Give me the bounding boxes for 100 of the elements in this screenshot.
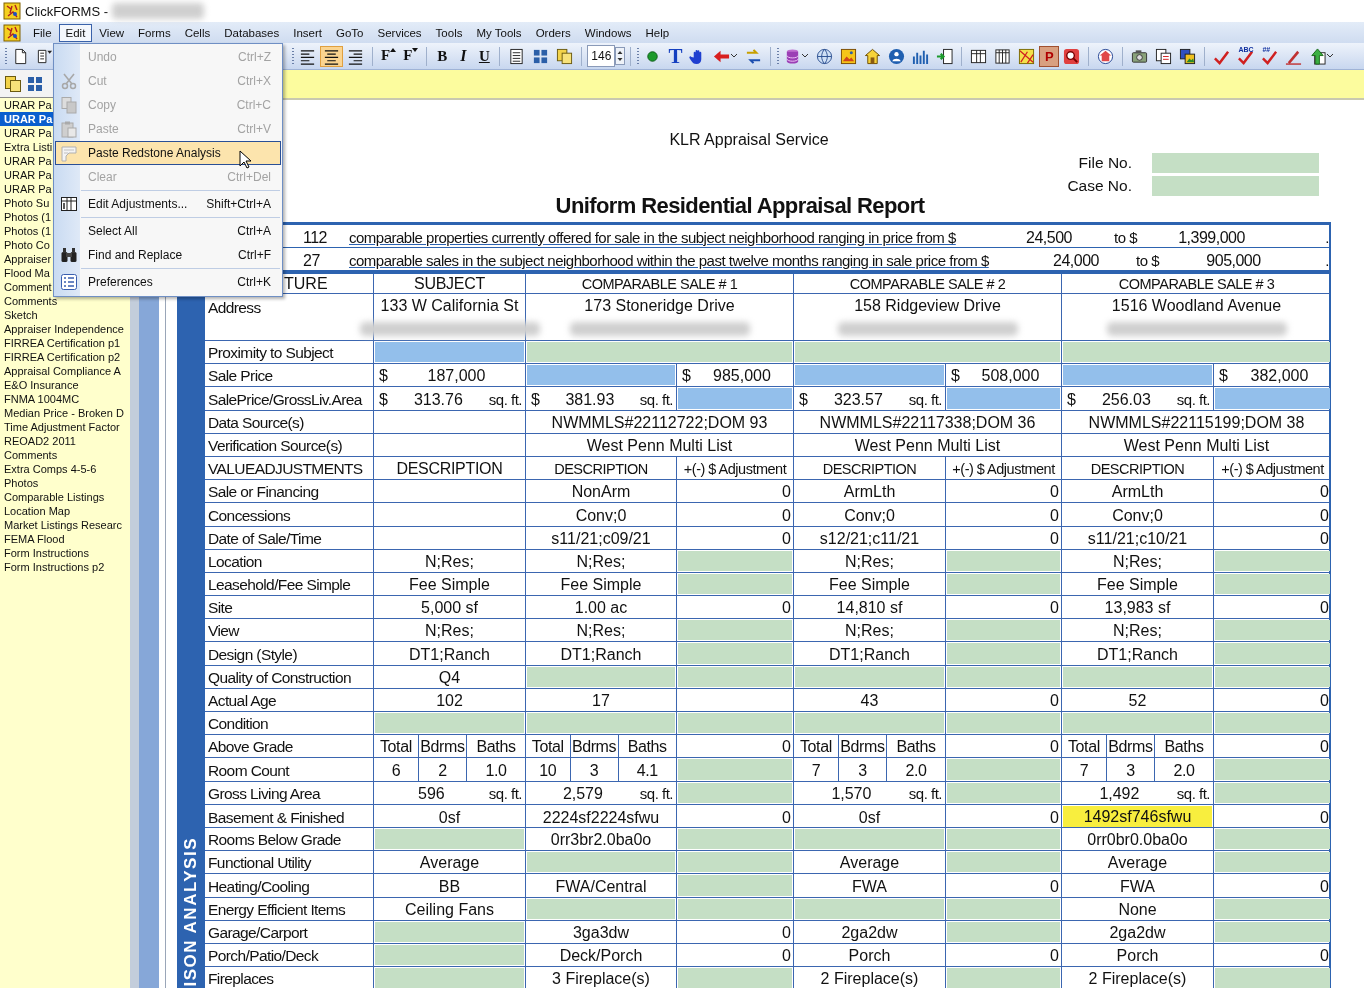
adjustment-value[interactable]: 0 <box>677 482 793 503</box>
input-field[interactable] <box>1215 573 1330 595</box>
adjustment-value[interactable]: 0 <box>946 482 1061 503</box>
menu-item[interactable]: Preferences Ctrl+K <box>55 270 281 294</box>
menu-item[interactable]: Forms <box>131 23 178 42</box>
adjustment-value[interactable]: 0 <box>1214 807 1331 828</box>
input-field[interactable] <box>947 550 1060 571</box>
adjustment-value[interactable]: 0 <box>1214 482 1331 503</box>
input-field[interactable] <box>375 828 524 850</box>
input-field[interactable] <box>947 759 1060 780</box>
table-cell[interactable]: FWA/Central <box>526 876 676 897</box>
input-field[interactable] <box>678 666 792 687</box>
sidebar-item[interactable]: Form Instructions p2 <box>0 560 130 574</box>
adjustment-value[interactable]: 0 <box>677 807 793 828</box>
table-cell[interactable]: 1492sf746sfwu <box>1063 805 1212 827</box>
input-field[interactable] <box>1215 713 1330 734</box>
input-field[interactable] <box>795 342 1060 363</box>
table-cell[interactable]: Average <box>1062 853 1213 874</box>
table-cell[interactable]: 323.57 <box>807 389 909 410</box>
table-cell[interactable]: 0sf <box>374 807 525 828</box>
toolbar-grip[interactable] <box>776 47 781 65</box>
input-field[interactable] <box>527 666 675 687</box>
table-cell[interactable]: N;Res; <box>1062 621 1213 642</box>
table-cell[interactable]: 2ga2dw <box>794 922 945 943</box>
menu-item[interactable]: Databases <box>217 23 287 42</box>
toolbar-grip[interactable] <box>4 47 8 65</box>
table-cell[interactable]: Fee Simple <box>1062 575 1213 596</box>
table-cell[interactable]: N;Res; <box>374 621 525 642</box>
table-cell[interactable]: Porch <box>794 946 945 967</box>
adjustment-value[interactable]: 0 <box>1214 528 1331 549</box>
table-cell[interactable]: s11/21;c09/21 <box>526 528 676 549</box>
grid-icon[interactable] <box>26 74 44 93</box>
input-field[interactable] <box>947 852 1060 873</box>
table-cell[interactable]: s11/21;c10/21 <box>1062 528 1213 549</box>
table-cell[interactable]: 7 <box>794 758 838 781</box>
listing-count[interactable]: 27 <box>303 252 320 269</box>
table-cell[interactable]: Q4 <box>374 667 525 688</box>
listing-count[interactable]: 112 <box>303 229 327 246</box>
table-cell[interactable]: Total <box>1062 735 1106 758</box>
table-cell[interactable]: N;Res; <box>374 551 525 572</box>
table-cell[interactable]: s12/21;c11/21 <box>794 528 945 549</box>
table-cell[interactable]: Bdrms <box>417 735 467 758</box>
spinner-arrows-icon[interactable] <box>615 47 626 65</box>
table-cell[interactable]: Bdrms <box>837 735 887 758</box>
menu-item[interactable]: Orders <box>528 23 578 42</box>
input-field[interactable] <box>795 666 944 687</box>
sidebar-item[interactable]: Sketch <box>0 308 130 322</box>
bold-button[interactable]: B <box>432 45 453 67</box>
table-cell[interactable]: 2,579 <box>526 783 640 804</box>
table-cell[interactable]: DT1;Ranch <box>526 644 676 665</box>
sidebar-item[interactable]: Median Price - Broken D <box>0 406 130 420</box>
table-cell[interactable]: Baths <box>466 735 525 758</box>
table-cell[interactable]: 2.0 <box>1154 758 1213 781</box>
input-field[interactable] <box>678 550 792 571</box>
pages-icon[interactable] <box>4 74 22 93</box>
sidebar-item[interactable]: Market Listings Researc <box>0 518 130 532</box>
table-cell[interactable]: FWA <box>1062 876 1213 897</box>
table-cell[interactable]: N;Res; <box>526 551 676 572</box>
menu-item[interactable]: Insert <box>286 23 329 42</box>
table-cell[interactable]: ArmLth <box>794 482 945 503</box>
table-cell[interactable]: Fee Simple <box>374 575 525 596</box>
table-cell[interactable]: 382,000 <box>1227 366 1331 387</box>
table-cell[interactable]: 3 <box>837 758 887 781</box>
table-cell[interactable]: DT1;Ranch <box>1062 644 1213 665</box>
input-field[interactable] <box>947 666 1060 687</box>
menu-item[interactable]: Select All Ctrl+A <box>55 219 281 243</box>
input-field[interactable] <box>1215 968 1330 988</box>
input-field[interactable] <box>1215 550 1330 571</box>
table-cell[interactable]: 158 Ridgeview Drive <box>854 296 1001 316</box>
input-field[interactable] <box>375 944 524 966</box>
sidebar-item[interactable]: Extra Comps 4-5-6 <box>0 462 130 476</box>
input-field[interactable] <box>1152 153 1319 173</box>
input-field[interactable] <box>678 852 792 873</box>
input-field[interactable] <box>1215 828 1330 850</box>
input-field[interactable] <box>527 713 675 734</box>
align-center-button[interactable] <box>320 45 343 67</box>
input-field[interactable] <box>1215 852 1330 873</box>
input-field[interactable] <box>678 968 792 988</box>
table-cell[interactable]: Total <box>794 735 838 758</box>
font-shrink-button[interactable]: F <box>400 45 422 67</box>
input-field[interactable] <box>678 573 792 595</box>
table-cell[interactable]: 52 <box>1062 691 1213 711</box>
price-value[interactable]: 1,399,000 <box>1149 228 1274 247</box>
table-cell[interactable]: 1.00 ac <box>526 598 676 619</box>
table-cell[interactable]: 2224sf2224sfwu <box>526 807 676 828</box>
adjustment-value[interactable]: 0 <box>677 598 793 619</box>
table-cell[interactable]: FWA <box>794 876 945 897</box>
input-field[interactable] <box>947 713 1060 734</box>
table-cell[interactable]: DT1;Ranch <box>794 644 945 665</box>
table-cell[interactable]: 0rr0br0.0ba0o <box>1062 830 1213 851</box>
input-field[interactable] <box>947 573 1060 595</box>
table-cell[interactable]: Porch <box>1062 946 1213 967</box>
adjustment-value[interactable]: 0 <box>946 528 1061 549</box>
table-cell[interactable]: 985,000 <box>690 366 793 387</box>
sidebar-item[interactable]: FIRREA Certification p2 <box>0 350 130 364</box>
table-cell[interactable]: 313.76 <box>387 389 489 410</box>
table-cell[interactable]: 2 Fireplace(s) <box>794 969 945 988</box>
table-cell[interactable]: 102 <box>374 691 525 711</box>
table-cell[interactable]: 4.1 <box>617 758 676 781</box>
table-cell[interactable]: 43 <box>794 691 945 711</box>
